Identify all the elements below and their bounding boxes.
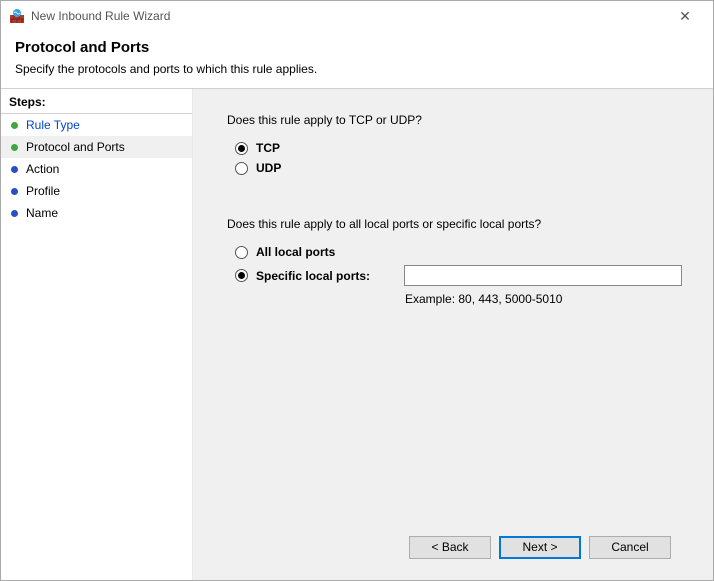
radio-label-specific-ports: Specific local ports: xyxy=(256,269,396,283)
step-bullet-icon xyxy=(11,188,18,195)
radio-udp[interactable]: UDP xyxy=(235,161,685,175)
page-title: Protocol and Ports xyxy=(15,39,699,56)
steps-header: Steps: xyxy=(1,91,192,114)
radio-specific-ports[interactable]: Specific local ports: xyxy=(235,265,685,286)
step-bullet-icon xyxy=(11,166,18,173)
page-header: Protocol and Ports Specify the protocols… xyxy=(1,31,713,88)
back-button[interactable]: < Back xyxy=(409,536,491,559)
step-label: Profile xyxy=(26,184,60,198)
radio-label-all-ports: All local ports xyxy=(256,245,335,259)
wizard-window: New Inbound Rule Wizard ✕ Protocol and P… xyxy=(0,0,714,581)
radio-icon xyxy=(235,269,248,282)
radio-icon xyxy=(235,246,248,259)
ports-radio-group: All local ports Specific local ports: Ex… xyxy=(235,245,685,306)
ports-question: Does this rule apply to all local ports … xyxy=(227,217,685,231)
wizard-footer: < Back Next > Cancel xyxy=(227,524,685,570)
step-bullet-icon xyxy=(11,144,18,151)
step-label: Name xyxy=(26,206,58,220)
step-label: Protocol and Ports xyxy=(26,140,125,154)
next-button[interactable]: Next > xyxy=(499,536,581,559)
page-subtitle: Specify the protocols and ports to which… xyxy=(15,62,699,76)
content-pane: Does this rule apply to TCP or UDP? TCP … xyxy=(193,89,713,580)
step-name: Name xyxy=(1,202,192,224)
radio-icon xyxy=(235,142,248,155)
step-action: Action xyxy=(1,158,192,180)
window-title: New Inbound Rule Wizard xyxy=(31,9,665,23)
step-label: Rule Type xyxy=(26,118,80,132)
radio-tcp[interactable]: TCP xyxy=(235,141,685,155)
step-label: Action xyxy=(26,162,59,176)
radio-all-ports[interactable]: All local ports xyxy=(235,245,685,259)
step-profile: Profile xyxy=(1,180,192,202)
ports-example: Example: 80, 443, 5000-5010 xyxy=(405,292,685,306)
steps-sidebar: Steps: Rule Type Protocol and Ports Action… xyxy=(1,89,193,580)
step-protocol-and-ports: Protocol and Ports xyxy=(1,136,192,158)
ports-input[interactable] xyxy=(404,265,682,286)
protocol-radio-group: TCP UDP xyxy=(235,141,685,175)
step-bullet-icon xyxy=(11,122,18,129)
cancel-button[interactable]: Cancel xyxy=(589,536,671,559)
step-rule-type[interactable]: Rule Type xyxy=(1,114,192,136)
firewall-icon xyxy=(9,8,25,24)
wizard-body: Steps: Rule Type Protocol and Ports Action… xyxy=(1,88,713,580)
close-icon[interactable]: ✕ xyxy=(665,1,705,31)
step-bullet-icon xyxy=(11,210,18,217)
radio-icon xyxy=(235,162,248,175)
titlebar: New Inbound Rule Wizard ✕ xyxy=(1,1,713,31)
radio-label-tcp: TCP xyxy=(256,141,280,155)
protocol-question: Does this rule apply to TCP or UDP? xyxy=(227,113,685,127)
radio-label-udp: UDP xyxy=(256,161,281,175)
